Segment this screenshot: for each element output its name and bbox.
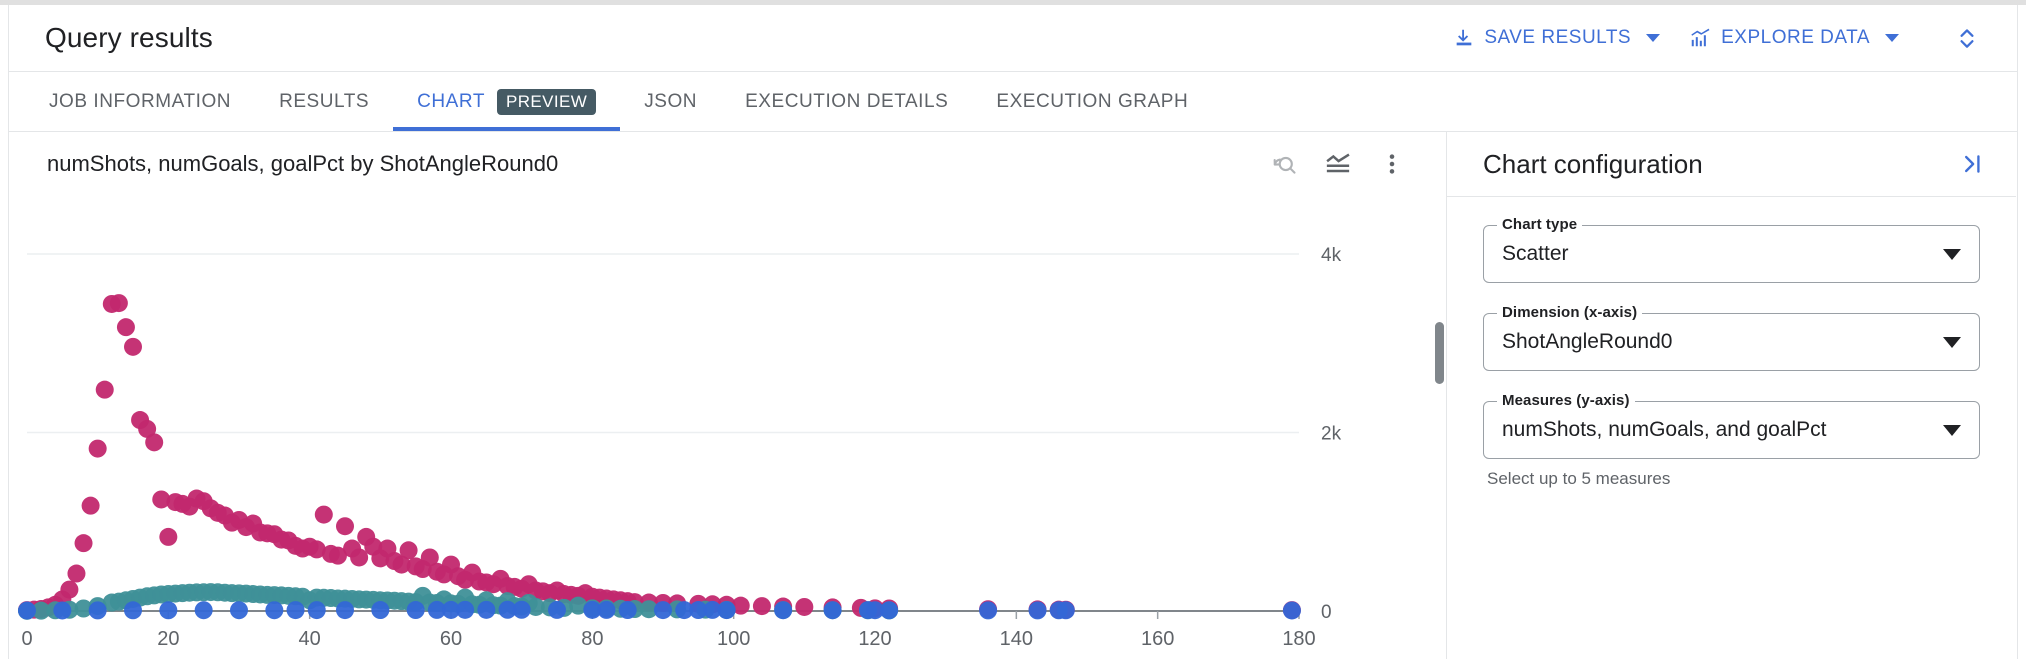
tab-execution-details[interactable]: EXECUTION DETAILS: [721, 72, 972, 131]
tab-json[interactable]: JSON: [620, 72, 721, 131]
bar-chart-trend-icon: [1688, 27, 1712, 49]
explore-data-button[interactable]: EXPLORE DATA: [1674, 18, 1913, 58]
svg-text:20: 20: [157, 628, 179, 650]
collapse-panel-button[interactable]: [1950, 142, 1994, 186]
series-numshots: [18, 294, 1301, 620]
svg-text:180: 180: [1282, 628, 1315, 650]
chevron-down-icon: [1943, 424, 1961, 436]
svg-text:60: 60: [440, 628, 462, 650]
results-header: Query results SAVE RESULTS EXPLORE DATA: [9, 5, 2017, 72]
chevron-down-icon: [1943, 248, 1961, 260]
save-results-label: SAVE RESULTS: [1484, 27, 1632, 48]
collapse-panel-right-icon: [1958, 150, 1986, 178]
tab-execution-graph[interactable]: EXECUTION GRAPH: [972, 72, 1212, 131]
query-results-panel: Query results SAVE RESULTS EXPLORE DATA …: [0, 0, 2026, 664]
preview-badge: PREVIEW: [497, 88, 597, 115]
tab-label: JSON: [644, 90, 698, 112]
chart-configuration-panel: Chart configuration Chart type Scatter D…: [1447, 132, 2016, 659]
tab-label: RESULTS: [279, 90, 370, 112]
dimension-value: ShotAngleRound0: [1502, 330, 1673, 353]
chart-toolbar: [1263, 143, 1446, 185]
dimension-label: Dimension (x-axis): [1497, 304, 1643, 321]
more-options-icon: [1379, 151, 1405, 177]
measures-label: Measures (y-axis): [1497, 392, 1635, 409]
chart-configuration-title: Chart configuration: [1483, 148, 1703, 179]
measures-hint: Select up to 5 measures: [1487, 469, 1671, 488]
chart-pane: numShots, numGoals, goalPct by ShotAngle…: [9, 132, 1447, 659]
scatter-plot-svg[interactable]: 0 2k 4k 0 20 40 60 80 100 120 140 160 180: [9, 196, 1447, 659]
tab-label: JOB INFORMATION: [49, 90, 232, 112]
reset-zoom-button[interactable]: [1263, 143, 1305, 185]
tab-label: EXECUTION GRAPH: [996, 90, 1189, 112]
chart-type-select[interactable]: Chart type Scatter: [1483, 216, 1980, 283]
page-title: Query results: [45, 22, 213, 53]
chart-series-toggle-icon: [1324, 150, 1352, 178]
tab-results[interactable]: RESULTS: [255, 72, 393, 131]
chart-type-field: Chart type Scatter: [1483, 216, 1980, 283]
expand-collapse-button[interactable]: [1939, 10, 1995, 66]
scatter-plot[interactable]: 0 2k 4k 0 20 40 60 80 100 120 140 160 180: [9, 196, 1447, 659]
more-options-button[interactable]: [1371, 143, 1413, 185]
download-icon: [1453, 27, 1475, 49]
measures-field: Measures (y-axis) numShots, numGoals, an…: [1483, 392, 1980, 489]
tab-label: CHART: [417, 90, 485, 112]
measures-select[interactable]: Measures (y-axis) numShots, numGoals, an…: [1483, 392, 1980, 459]
window-bottom-strip: [0, 659, 2026, 664]
results-tabs: JOB INFORMATION RESULTS CHART PREVIEW JS…: [9, 72, 2017, 132]
chevron-down-icon: [1943, 336, 1961, 348]
svg-text:120: 120: [858, 628, 891, 650]
tab-job-information[interactable]: JOB INFORMATION: [25, 72, 255, 131]
svg-text:80: 80: [581, 628, 603, 650]
header-actions: SAVE RESULTS EXPLORE DATA: [1439, 10, 2017, 66]
chart-vertical-scrollbar[interactable]: [1435, 322, 1444, 384]
svg-text:100: 100: [717, 628, 750, 650]
measures-value: numShots, numGoals, and goalPct: [1502, 418, 1827, 441]
svg-text:4k: 4k: [1321, 245, 1342, 266]
chart-series-toggle-button[interactable]: [1317, 143, 1359, 185]
tab-chart[interactable]: CHART PREVIEW: [393, 72, 621, 131]
chart-type-label: Chart type: [1497, 216, 1583, 233]
chevron-down-icon: [1885, 34, 1899, 42]
dimension-select[interactable]: Dimension (x-axis) ShotAngleRound0: [1483, 304, 1980, 371]
reset-zoom-icon: [1270, 150, 1298, 178]
svg-text:40: 40: [299, 628, 321, 650]
explore-data-label: EXPLORE DATA: [1721, 27, 1870, 48]
chart-type-value: Scatter: [1502, 242, 1569, 265]
tab-label: EXECUTION DETAILS: [745, 90, 949, 112]
chart-header: numShots, numGoals, goalPct by ShotAngle…: [9, 132, 1446, 196]
chart-configuration-header: Chart configuration: [1447, 132, 2016, 197]
svg-text:140: 140: [1000, 628, 1033, 650]
svg-text:2k: 2k: [1321, 424, 1342, 445]
chart-title: numShots, numGoals, goalPct by ShotAngle…: [47, 151, 559, 176]
svg-text:160: 160: [1141, 628, 1174, 650]
chevron-down-icon: [1646, 34, 1661, 42]
svg-text:0: 0: [1321, 602, 1332, 623]
dimension-field: Dimension (x-axis) ShotAngleRound0: [1483, 304, 1980, 371]
chart-configuration-body: Chart type Scatter Dimension (x-axis) Sh…: [1447, 197, 2016, 489]
save-results-button[interactable]: SAVE RESULTS: [1439, 18, 1674, 58]
unfold-more-icon: [1954, 23, 1980, 53]
chart-main-area: numShots, numGoals, goalPct by ShotAngle…: [9, 132, 2017, 659]
svg-text:0: 0: [21, 628, 32, 650]
